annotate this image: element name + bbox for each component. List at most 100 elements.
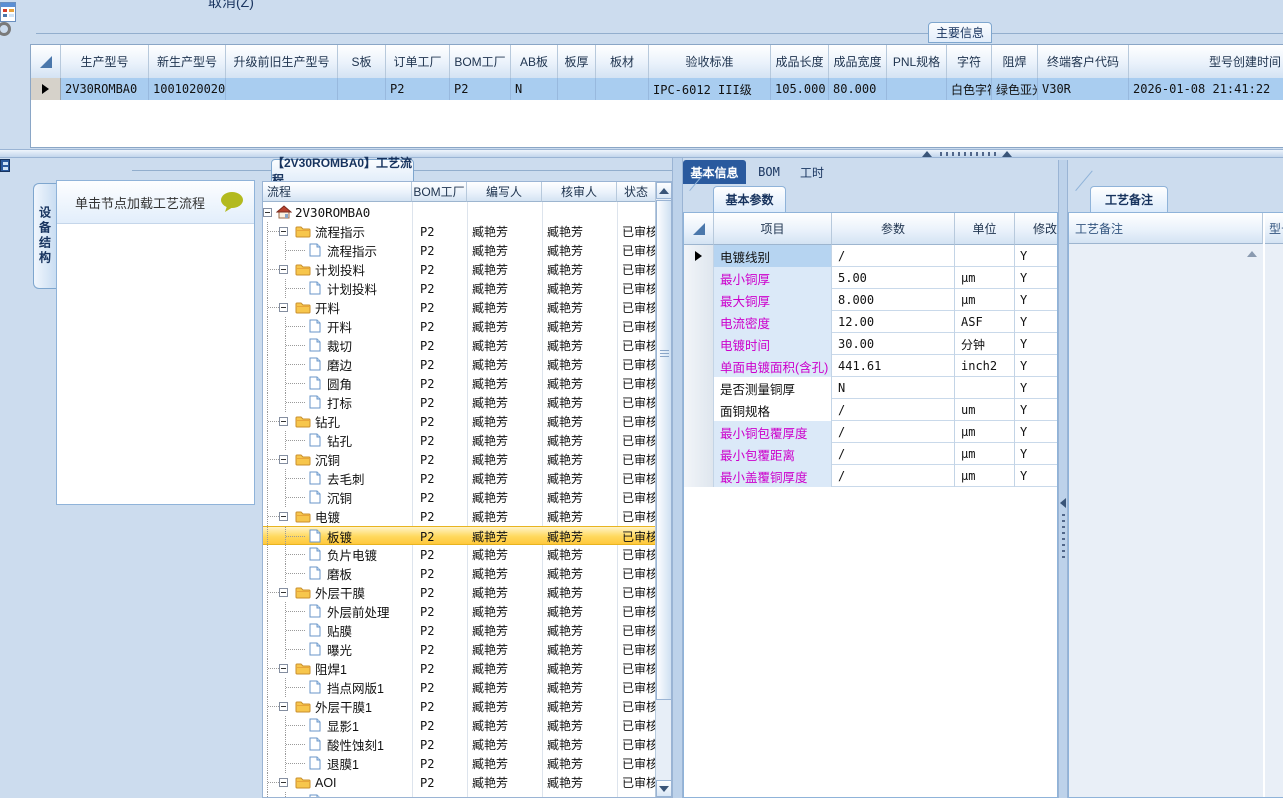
tree-cell[interactable]: 臧艳芳 <box>542 241 617 260</box>
tree-cell[interactable] <box>542 792 617 797</box>
tree-cell[interactable]: 臧艳芳 <box>467 431 542 450</box>
param-value-cell[interactable]: / <box>832 399 955 421</box>
main-col-header-0[interactable]: 生产型号 <box>61 45 149 78</box>
main-col-header-2[interactable]: 升级前旧生产型号 <box>226 45 338 78</box>
tab-work-hours[interactable]: 工时 <box>791 160 833 184</box>
param-row-0[interactable]: 电镀线别 / Y <box>684 245 1057 267</box>
tree-cell[interactable]: 臧艳芳 <box>467 602 542 621</box>
main-col-header-4[interactable]: 订单工厂 <box>386 45 450 78</box>
param-unit-cell[interactable]: 分钟 <box>955 333 1015 355</box>
tree-cell[interactable]: 臧艳芳 <box>542 488 617 507</box>
tree-cell[interactable]: P2 <box>412 393 467 412</box>
tree-cell[interactable]: 已审核 <box>617 279 656 298</box>
tree-row-圆角[interactable]: 圆角 P2 臧艳芳 臧艳芳 已审核 <box>263 374 656 393</box>
param-item-cell[interactable]: 最小铜包覆厚度 <box>714 421 832 443</box>
tree-row-磨板[interactable]: 磨板 P2 臧艳芳 臧艳芳 已审核 <box>263 564 656 583</box>
tree-cell[interactable]: 已审核 <box>617 374 656 393</box>
tree-cell[interactable]: 臧艳芳 <box>542 640 617 659</box>
params-col-header-3[interactable]: 修改 <box>1015 213 1057 245</box>
main-cell-15[interactable]: V30R <box>1038 78 1129 100</box>
tree-cell[interactable]: 臧艳芳 <box>542 298 617 317</box>
tree-cell[interactable]: P2 <box>412 279 467 298</box>
tree-row-沉铜[interactable]: 沉铜 P2 臧艳芳 臧艳芳 已审核 <box>263 488 656 507</box>
tree-cell[interactable]: 臧艳芳 <box>542 393 617 412</box>
tree-cell[interactable]: 臧艳芳 <box>467 716 542 735</box>
tree-cell[interactable]: P2 <box>412 678 467 697</box>
tree-cell[interactable]: 已审核 <box>617 659 656 678</box>
expand-box-icon[interactable] <box>279 227 288 236</box>
param-value-cell[interactable]: / <box>832 245 955 267</box>
param-modify-cell[interactable]: Y <box>1015 443 1057 465</box>
tree-row-退膜1[interactable]: 退膜1 P2 臧艳芳 臧艳芳 已审核 <box>263 754 656 773</box>
tree-cell[interactable]: 臧艳芳 <box>467 545 542 564</box>
tree-cell[interactable]: 已审核 <box>617 773 656 792</box>
tree-cell[interactable]: 臧艳芳 <box>542 469 617 488</box>
tree-cell[interactable]: 臧艳芳 <box>467 773 542 792</box>
tree-cell[interactable]: P2 <box>412 336 467 355</box>
tree-row-裁切[interactable]: 裁切 P2 臧艳芳 臧艳芳 已审核 <box>263 336 656 355</box>
param-unit-cell[interactable]: μm <box>955 443 1015 465</box>
expand-box-icon[interactable] <box>279 303 288 312</box>
main-col-header-1[interactable]: 新生产型号 <box>149 45 226 78</box>
main-cell-16[interactable]: 2026-01-08 21:41:22 <box>1129 78 1283 100</box>
subtab-basic-params[interactable]: 基本参数 <box>713 186 786 212</box>
tree-cell[interactable]: 已审核 <box>617 640 656 659</box>
tree-scrollbar[interactable] <box>655 182 671 797</box>
tree-col-header-2[interactable]: 编写人 <box>467 182 542 202</box>
param-value-cell[interactable]: 8.000 <box>832 289 955 311</box>
expand-box-icon[interactable] <box>279 417 288 426</box>
tree-row-钻孔[interactable]: 钻孔 P2 臧艳芳 臧艳芳 已审核 <box>263 412 656 431</box>
param-modify-cell[interactable]: Y <box>1015 421 1057 443</box>
param-unit-cell[interactable]: μm <box>955 267 1015 289</box>
tree-cell[interactable]: 臧艳芳 <box>467 735 542 754</box>
tree-cell[interactable]: 已审核 <box>617 469 656 488</box>
tree-cell[interactable]: P2 <box>412 488 467 507</box>
param-item-cell[interactable]: 最小盖覆铜厚度 <box>714 465 832 487</box>
tree-row-开料[interactable]: 开料 P2 臧艳芳 臧艳芳 已审核 <box>263 298 656 317</box>
tree-cell[interactable]: P2 <box>412 527 467 546</box>
main-col-header-15[interactable]: 终端客户代码 <box>1038 45 1129 78</box>
tree-cell[interactable]: 臧艳芳 <box>467 298 542 317</box>
tree-row-blank[interactable] <box>263 792 656 797</box>
param-row-7[interactable]: 面铜规格 / um Y <box>684 399 1057 421</box>
tree-row-负片电镀[interactable]: 负片电镀 P2 臧艳芳 臧艳芳 已审核 <box>263 545 656 564</box>
tree-cell[interactable]: 臧艳芳 <box>467 754 542 773</box>
param-modify-cell[interactable]: Y <box>1015 245 1057 267</box>
tree-row-去毛刺[interactable]: 去毛刺 P2 臧艳芳 臧艳芳 已审核 <box>263 469 656 488</box>
splitter-grip-vertical[interactable] <box>1062 510 1065 558</box>
vertical-splitter-2[interactable] <box>1058 160 1068 798</box>
param-unit-cell[interactable] <box>955 245 1015 267</box>
param-value-cell[interactable]: 5.00 <box>832 267 955 289</box>
scroll-up-button[interactable] <box>656 182 671 199</box>
tree-cell[interactable]: P2 <box>412 222 467 241</box>
tree-cell[interactable]: 臧艳芳 <box>467 222 542 241</box>
main-col-header-6[interactable]: AB板 <box>511 45 558 78</box>
expand-box-icon[interactable] <box>263 208 272 217</box>
collapse-up-icon[interactable] <box>1002 151 1012 157</box>
tree-cell[interactable]: 臧艳芳 <box>542 260 617 279</box>
tree-cell[interactable]: 臧艳芳 <box>542 527 617 546</box>
tree-cell[interactable]: 已审核 <box>617 241 656 260</box>
tree-cell[interactable]: P2 <box>412 697 467 716</box>
tree-cell[interactable]: P2 <box>412 298 467 317</box>
main-col-header-13[interactable]: 字符 <box>947 45 992 78</box>
tree-cell[interactable]: 臧艳芳 <box>542 431 617 450</box>
tree-cell[interactable]: 臧艳芳 <box>467 659 542 678</box>
main-cell-8[interactable] <box>596 78 649 100</box>
tree-cell[interactable]: P2 <box>412 412 467 431</box>
main-cell-13[interactable]: 白色字符 <box>947 78 992 100</box>
splitter-grip[interactable] <box>940 152 996 156</box>
tree-cell[interactable]: 臧艳芳 <box>467 374 542 393</box>
param-item-cell[interactable]: 面铜规格 <box>714 399 832 421</box>
tree-col-header-1[interactable]: BOM工厂 <box>412 182 467 202</box>
tree-cell[interactable]: 臧艳芳 <box>467 507 542 526</box>
tree-cell[interactable]: P2 <box>412 773 467 792</box>
param-unit-cell[interactable]: inch2 <box>955 355 1015 377</box>
main-col-header-11[interactable]: 成品宽度 <box>829 45 887 78</box>
tree-cell[interactable]: 臧艳芳 <box>542 735 617 754</box>
tree-cell[interactable]: 已审核 <box>617 602 656 621</box>
tree-cell[interactable] <box>467 792 542 797</box>
tree-cell[interactable]: P2 <box>412 469 467 488</box>
expand-box-icon[interactable] <box>279 455 288 464</box>
scroll-down-button[interactable] <box>656 780 671 797</box>
